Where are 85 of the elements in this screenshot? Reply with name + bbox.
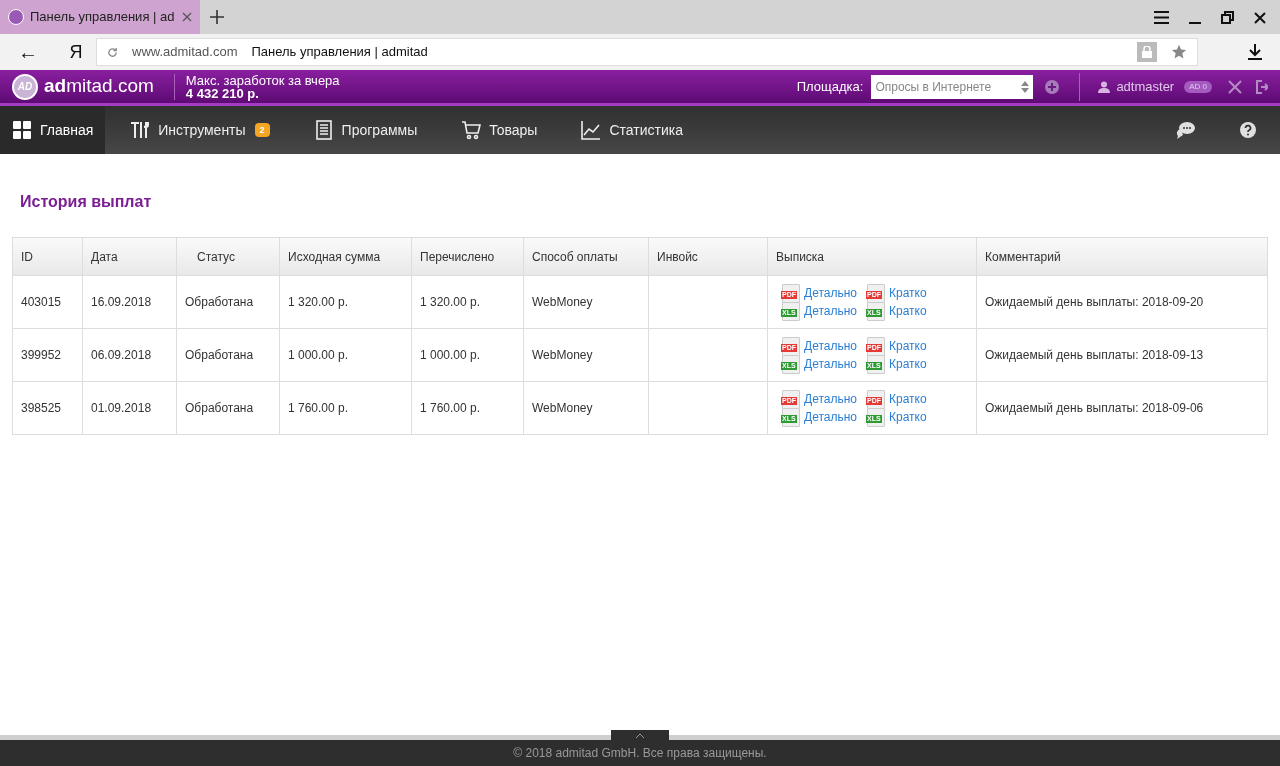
cart-icon [461, 120, 482, 140]
back-button[interactable]: ← [0, 37, 56, 67]
page-title: История выплат [20, 192, 153, 212]
help-icon[interactable] [1240, 122, 1256, 138]
table-cell: WebMoney [523, 381, 649, 435]
document-icon [313, 120, 334, 140]
logout-icon[interactable] [1256, 79, 1268, 94]
url-domain: www.admitad.com [132, 43, 238, 62]
download-link[interactable]: Детально [804, 284, 857, 302]
table-cell: 399952 [12, 328, 83, 382]
table-cell: WebMoney [523, 328, 649, 382]
add-icon[interactable] [1045, 79, 1060, 94]
table-cell: Ожидаемый день выплаты: 2018-09-20 [976, 275, 1268, 329]
column-header: Дата [82, 237, 177, 276]
download-link[interactable]: Детально [804, 390, 857, 408]
platform-select[interactable]: Опросы в Интернете [871, 74, 1034, 99]
sort-arrows-icon [1021, 80, 1030, 93]
table-cell: Обработана [176, 328, 280, 382]
tab-title: Панель управления | ad [30, 8, 175, 27]
logo-icon: AD [12, 73, 38, 100]
download-link[interactable]: Кратко [889, 390, 927, 408]
table-cell: 403015 [12, 275, 83, 329]
column-header: Статус [176, 237, 280, 276]
column-header: Инвойс [648, 237, 768, 276]
table-cell: 01.09.2018 [82, 381, 177, 435]
table-cell: 16.09.2018 [82, 275, 177, 329]
download-link[interactable]: Кратко [889, 408, 927, 426]
chat-icon[interactable] [1174, 121, 1196, 139]
table-cell: 1 000.00 р. [279, 328, 412, 382]
yandex-button[interactable]: Я [56, 38, 96, 66]
account-badge: AD 0 [1184, 80, 1212, 93]
column-header: Исходная сумма [279, 237, 412, 276]
url-title: Панель управления | admitad [251, 43, 428, 62]
download-link[interactable]: Детально [804, 355, 857, 373]
close-icon[interactable] [1254, 11, 1266, 24]
lock-icon [1137, 42, 1157, 62]
table-cell: 1 320.00 р. [411, 275, 524, 329]
address-field[interactable]: www.admitad.com Панель управления | admitad [96, 38, 1198, 66]
column-header: Способ оплаты [523, 237, 649, 276]
user-icon [1098, 80, 1111, 93]
earnings-value: 4 432 210 р. [185, 86, 259, 100]
column-header: Перечислено [411, 237, 524, 276]
download-link[interactable]: Кратко [889, 284, 927, 302]
earnings-label: Макс. заработок за вчера [185, 73, 340, 87]
table-cell: Ожидаемый день выплаты: 2018-09-06 [976, 381, 1268, 435]
platform-label: Площадка: [796, 77, 864, 96]
download-link[interactable]: Детально [804, 302, 857, 320]
count-badge: 2 [254, 123, 270, 137]
username[interactable]: adtmaster [1116, 76, 1175, 97]
line-chart-icon [581, 120, 602, 140]
nav-tab[interactable]: Главная [0, 106, 106, 154]
download-link[interactable]: Кратко [889, 355, 927, 373]
column-header: Комментарий [976, 237, 1268, 276]
copyright-text: © 2018 admitad GmbH. Все права защищены. [513, 745, 767, 762]
table-cell: 1 320.00 р. [279, 275, 412, 329]
column-header: ID [12, 237, 83, 276]
download-link[interactable]: Детально [804, 337, 857, 355]
download-link[interactable]: Кратко [889, 337, 927, 355]
table-cell: 1 000.00 р. [411, 328, 524, 382]
nav-tab[interactable]: Статистика [562, 106, 702, 154]
restore-icon[interactable] [1221, 11, 1234, 24]
table-cell: WebMoney [523, 275, 649, 329]
table-cell: Обработана [176, 275, 280, 329]
table-cell: Обработана [176, 381, 280, 435]
download-link[interactable]: Детально [804, 408, 857, 426]
plus-icon[interactable] [210, 10, 224, 24]
nav-tab[interactable]: Инструменты 2 [111, 106, 289, 154]
browser-tab[interactable]: Панель управления | ad [0, 0, 200, 34]
star-icon[interactable] [1171, 44, 1187, 60]
download-icon[interactable] [1248, 44, 1262, 60]
table-cell: 06.09.2018 [82, 328, 177, 382]
nav-tab[interactable]: Программы [294, 106, 437, 154]
table-cell: 1 760.00 р. [411, 381, 524, 435]
column-header: Выписка [767, 237, 977, 276]
table-cell: Ожидаемый день выплаты: 2018-09-13 [976, 328, 1268, 382]
chevron-up-icon [636, 732, 644, 738]
grid-icon [12, 120, 32, 140]
menu-icon[interactable] [1154, 11, 1169, 24]
download-link[interactable]: Кратко [889, 302, 927, 320]
reload-icon[interactable] [107, 46, 118, 58]
logo-icon [8, 9, 24, 25]
logo-text: admitad.com [44, 74, 154, 99]
nav-tab[interactable]: Товары [442, 106, 557, 154]
table-cell: 1 760.00 р. [279, 381, 412, 435]
table-cell: 398525 [12, 381, 83, 435]
